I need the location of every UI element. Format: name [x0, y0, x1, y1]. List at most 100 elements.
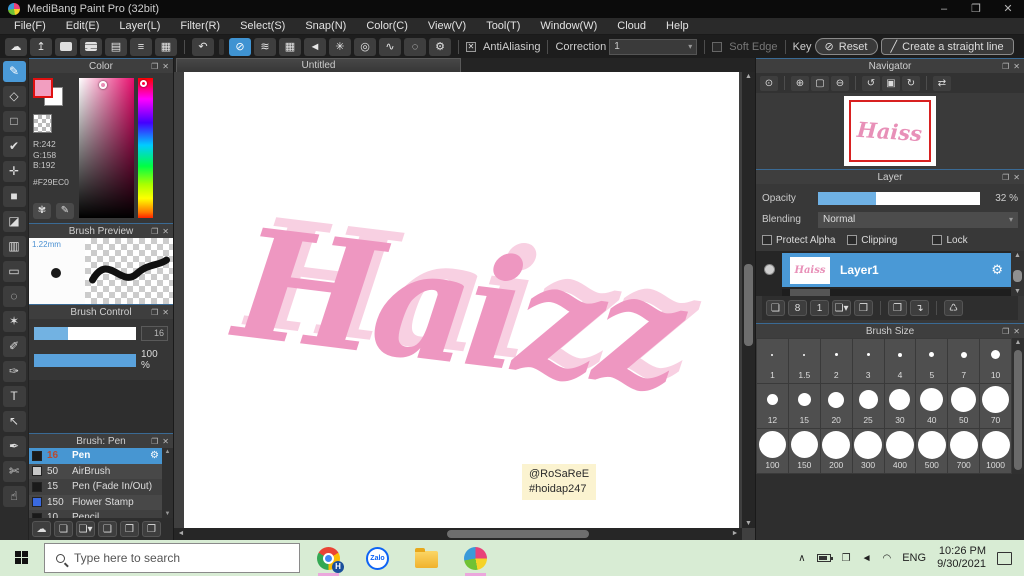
scroll-up-arrow[interactable]: ▲	[1012, 339, 1024, 346]
history-slider[interactable]	[219, 39, 224, 55]
menu-select[interactable]: Select(S)	[230, 20, 295, 32]
select-pen-tool[interactable]: ✐	[3, 336, 26, 357]
brush-size-cell[interactable]: 3	[853, 339, 884, 383]
new-brush-icon[interactable]: ❏	[54, 521, 73, 537]
brush-size-cell[interactable]: 12	[757, 384, 788, 428]
new-1bit-layer-icon[interactable]: 1	[810, 300, 829, 316]
gear-icon[interactable]: ⚙	[150, 450, 159, 461]
color-picker-cursor[interactable]	[99, 81, 107, 89]
horizontal-scrollbar[interactable]: ◄ ►	[174, 528, 742, 540]
close-icon[interactable]: ✕	[1013, 59, 1020, 74]
popout-icon[interactable]: ❐	[1002, 170, 1009, 185]
layer-visibility-toggle[interactable]	[764, 264, 775, 275]
grid-settings-icon[interactable]: ▦	[155, 38, 177, 56]
document-icon[interactable]: ▤	[105, 38, 127, 56]
menu-snap[interactable]: Snap(N)	[295, 20, 356, 32]
popout-icon[interactable]: ❐	[151, 59, 158, 74]
zoom-in-icon[interactable]: ⊕	[791, 76, 809, 91]
brush-settings-icon[interactable]: ❑	[98, 521, 117, 537]
close-icon[interactable]: ✕	[162, 59, 169, 74]
brush-size-cell[interactable]: 1.5	[789, 339, 820, 383]
gear-icon[interactable]: ⚙	[991, 262, 1003, 278]
lock-checkbox[interactable]	[932, 235, 942, 245]
menu-view[interactable]: View(V)	[418, 20, 476, 32]
close-icon[interactable]: ✕	[162, 434, 169, 449]
menu-file[interactable]: File(F)	[4, 20, 56, 32]
control-point-tool[interactable]: ✔	[3, 136, 26, 157]
snap-grid-button[interactable]: ▦	[279, 38, 301, 56]
duplicate-layer-icon[interactable]: ❐	[888, 300, 907, 316]
eyedropper-tool[interactable]: ✒	[3, 436, 26, 457]
hue-cursor[interactable]	[140, 80, 147, 87]
search-input[interactable]: Type here to search	[44, 543, 300, 573]
layer-row-partial[interactable]	[782, 289, 1011, 296]
new-brush-menu-icon[interactable]: ❏▾	[76, 521, 95, 537]
scroll-up-arrow[interactable]: ▲	[742, 73, 755, 80]
scroll-left-arrow[interactable]: ◄	[175, 530, 187, 537]
rotate-cw-icon[interactable]: ↻	[902, 76, 920, 91]
brush-size-cell[interactable]: 150	[789, 429, 820, 473]
document-tab[interactable]: Untitled	[176, 58, 461, 72]
hand-tool[interactable]: ☝	[3, 486, 26, 507]
wifi-icon[interactable]: ◠	[882, 553, 891, 564]
brush-size-scrollbar[interactable]: ▲	[1012, 338, 1024, 474]
menu-layer[interactable]: Layer(L)	[109, 20, 170, 32]
brush-size-cell[interactable]: 1	[757, 339, 788, 383]
gradient-tool[interactable]: ▥	[3, 236, 26, 257]
navigator-view-rect[interactable]	[849, 100, 931, 162]
brush-size-scroll-thumb[interactable]	[1014, 350, 1022, 470]
minimize-button[interactable]: –	[928, 0, 960, 18]
foreground-color-swatch[interactable]	[33, 78, 53, 98]
brush-size-cell[interactable]: 5	[916, 339, 947, 383]
text-tool[interactable]: T	[3, 386, 26, 407]
brush-size-cell[interactable]: 25	[853, 384, 884, 428]
tray-window-icon[interactable]: ❐	[842, 553, 851, 564]
vertical-scrollbar[interactable]: ▲ ▼	[742, 72, 755, 528]
brush-folder-icon[interactable]: ❒	[120, 521, 139, 537]
divide-tool[interactable]: ✄	[3, 461, 26, 482]
figure-brush-tool[interactable]: □	[3, 111, 26, 132]
fit-screen-icon[interactable]: ▢	[811, 76, 829, 91]
material-list-icon[interactable]: ≡	[130, 38, 152, 56]
menu-help[interactable]: Help	[656, 20, 699, 32]
snap-parallel-button[interactable]: ≋	[254, 38, 276, 56]
navigator-preview[interactable]: Haiss	[756, 93, 1024, 169]
select-tool[interactable]: ▭	[3, 261, 26, 282]
speaker-icon[interactable]: ◄	[862, 553, 872, 564]
soft-edge-checkbox[interactable]	[712, 42, 722, 52]
brush-item-pencil[interactable]: 10 Pencil	[29, 510, 162, 518]
palette-edit-icon[interactable]: ✎	[56, 203, 74, 219]
vertical-scroll-thumb[interactable]	[744, 264, 753, 346]
snap-settings-button[interactable]: ⚙	[429, 38, 451, 56]
brush-item-airbrush[interactable]: 50 AirBrush	[29, 464, 162, 480]
menu-window[interactable]: Window(W)	[530, 20, 607, 32]
brush-item-pen[interactable]: 16 Pen ⚙	[29, 448, 162, 464]
brush-size-cell[interactable]: 20	[821, 384, 852, 428]
brush-list-scrollbar[interactable]: ▲▼	[162, 448, 173, 518]
taskbar-medibang[interactable]	[463, 546, 488, 571]
snap-concentric-button[interactable]: ◎	[354, 38, 376, 56]
saturation-square[interactable]	[79, 78, 134, 218]
move-tool[interactable]: ✛	[3, 161, 26, 182]
taskbar-zalo[interactable]: Zalo	[365, 546, 390, 571]
opacity-slider[interactable]	[818, 192, 980, 205]
brush-size-cell[interactable]: 50	[948, 384, 979, 428]
brush-size-cell[interactable]: 100	[757, 429, 788, 473]
clock[interactable]: 10:26 PM 9/30/2021	[937, 545, 986, 571]
clipping-checkbox[interactable]	[847, 235, 857, 245]
palette-icon[interactable]: ✾	[33, 203, 51, 219]
menu-cloud[interactable]: Cloud	[607, 20, 656, 32]
reset-button[interactable]: ⊘ Reset	[815, 38, 878, 55]
brush-size-cell[interactable]: 10	[980, 339, 1011, 383]
hue-bar[interactable]	[138, 78, 153, 218]
operation-tool[interactable]: ↖	[3, 411, 26, 432]
brush-size-slider[interactable]	[34, 327, 136, 340]
tray-chevron-icon[interactable]: ∧	[798, 553, 805, 564]
layer-row[interactable]: Haiss Layer1 ⚙	[782, 253, 1011, 287]
brush-item-flower-stamp[interactable]: 150 Flower Stamp	[29, 495, 162, 511]
start-button[interactable]	[0, 540, 44, 576]
brush-tool[interactable]: ✎	[3, 61, 26, 82]
snap-curve-button[interactable]: ∿	[379, 38, 401, 56]
lasso-tool[interactable]: ◌	[3, 286, 26, 307]
action-center-icon[interactable]	[997, 552, 1012, 565]
